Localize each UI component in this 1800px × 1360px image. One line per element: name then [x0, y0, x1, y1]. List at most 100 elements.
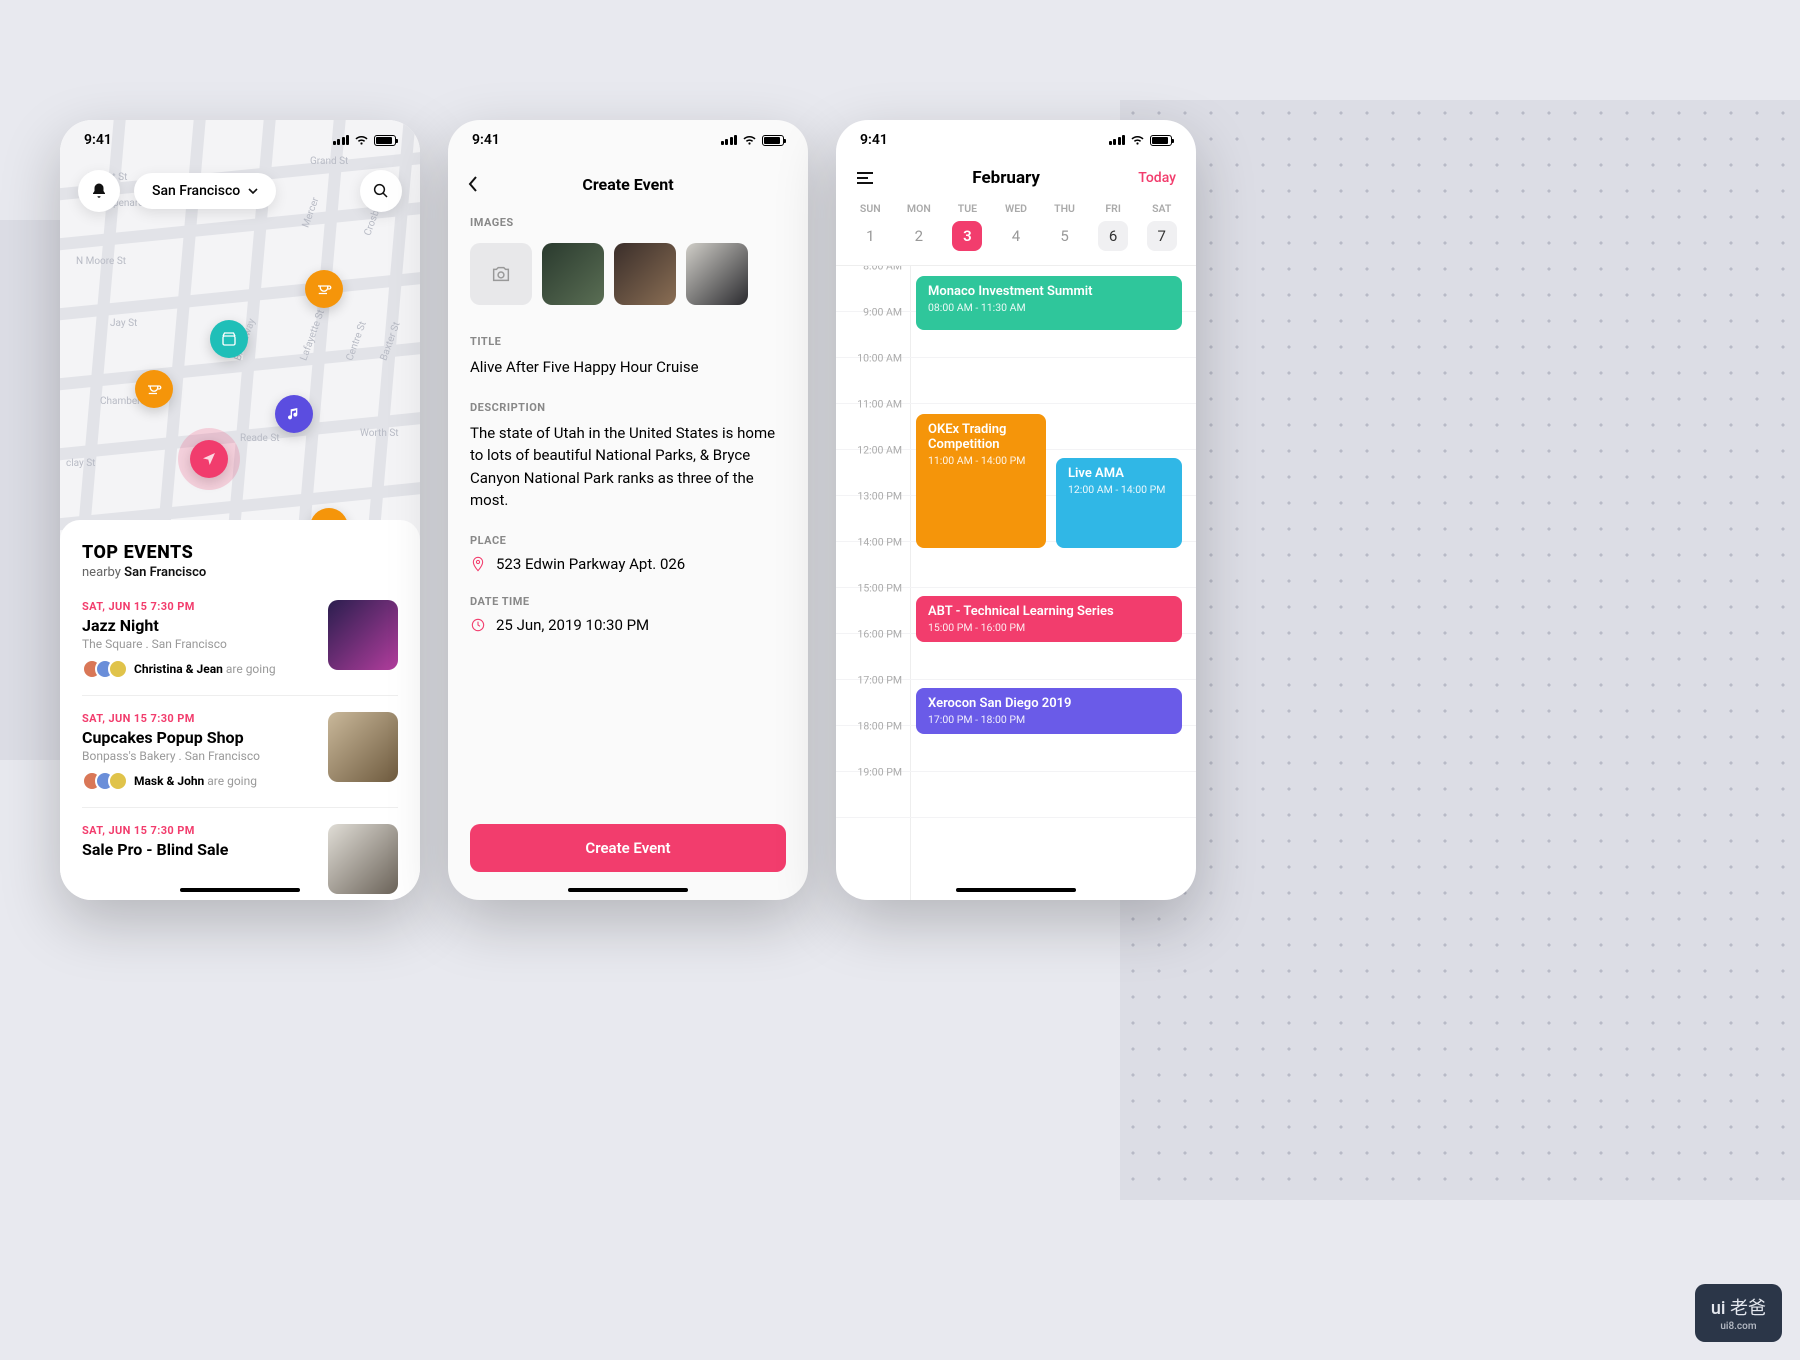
wifi-icon — [1130, 135, 1145, 146]
events-sheet[interactable]: TOP EVENTS nearby San Francisco SAT, JUN… — [60, 520, 420, 900]
event-card[interactable]: SAT, JUN 15 7:30 PM Jazz Night The Square … — [82, 580, 398, 695]
calendar-event[interactable]: Xerocon San Diego 201917:00 PM - 18:00 P… — [916, 688, 1182, 734]
signal-icon — [1109, 135, 1126, 145]
day-column[interactable]: TUE3 — [943, 202, 992, 251]
status-time: 9:41 — [860, 132, 888, 148]
location-pin-icon — [470, 556, 486, 572]
menu-button[interactable] — [856, 171, 874, 185]
signal-icon — [721, 135, 738, 145]
event-date: SAT, JUN 15 7:30 PM — [82, 824, 314, 837]
event-card[interactable]: SAT, JUN 15 7:30 PM Cupcakes Popup Shop Bo… — [82, 695, 398, 807]
hour-label: 9:00 AM — [844, 306, 902, 319]
event-thumbnail — [328, 712, 398, 782]
map-pin-coffee[interactable] — [135, 370, 173, 408]
screen-create-event: 9:41 Create Event IMAGES TITLE Alive Aft… — [448, 120, 808, 900]
home-indicator[interactable] — [180, 888, 300, 892]
event-card[interactable]: SAT, JUN 15 7:30 PM Sale Pro - Blind Sale — [82, 807, 398, 900]
hour-label: 14:00 PM — [844, 536, 902, 549]
calendar-event[interactable]: Monaco Investment Summit08:00 AM - 11:30… — [916, 276, 1182, 330]
hour-label: 10:00 AM — [844, 352, 902, 365]
event-thumbnail — [328, 600, 398, 670]
event-date: SAT, JUN 15 7:30 PM — [82, 712, 314, 725]
battery-icon — [374, 135, 396, 146]
event-thumbnail — [328, 824, 398, 894]
map-pin-music[interactable] — [275, 395, 313, 433]
place-label: PLACE — [470, 534, 786, 547]
search-icon — [372, 182, 390, 200]
status-time: 9:41 — [84, 132, 112, 148]
status-bar: 9:41 — [60, 120, 420, 160]
svg-text:Jay St: Jay St — [110, 318, 137, 329]
image-thumbnail[interactable] — [614, 243, 676, 305]
watermark: ui 老爸 ui8.com — [1695, 1284, 1782, 1342]
chevron-down-icon — [248, 188, 258, 194]
svg-text:Worth St: Worth St — [360, 428, 399, 439]
home-indicator[interactable] — [568, 888, 688, 892]
hour-label: 18:00 PM — [844, 720, 902, 733]
home-indicator[interactable] — [956, 888, 1076, 892]
hour-label: 15:00 PM — [844, 582, 902, 595]
add-image-button[interactable] — [470, 243, 532, 305]
status-bar: 9:41 — [448, 120, 808, 160]
day-column[interactable]: THU5 — [1040, 202, 1089, 251]
image-thumbnail[interactable] — [686, 243, 748, 305]
screen-map-events: Laight St Lispenard St Grand St Mercer C… — [60, 120, 420, 900]
battery-icon — [1150, 135, 1172, 146]
event-location: Bonpass's Bakery . San Francisco — [82, 749, 314, 763]
signal-icon — [333, 135, 350, 145]
sheet-heading: TOP EVENTS — [82, 542, 398, 563]
event-title: Jazz Night — [82, 616, 314, 635]
event-title: Cupcakes Popup Shop — [82, 728, 314, 747]
hour-label: 8:00 AM — [844, 265, 902, 273]
create-event-button[interactable]: Create Event — [470, 824, 786, 872]
clock-icon — [470, 617, 486, 633]
status-bar: 9:41 — [836, 120, 1196, 160]
title-label: TITLE — [470, 335, 786, 348]
place-input[interactable]: 523 Edwin Parkway Apt. 026 — [470, 555, 786, 573]
calendar-event[interactable]: ABT - Technical Learning Series15:00 PM … — [916, 596, 1182, 642]
datetime-label: DATE TIME — [470, 595, 786, 608]
event-title: Sale Pro - Blind Sale — [82, 840, 314, 859]
description-input[interactable]: The state of Utah in the United States i… — [470, 422, 786, 512]
description-label: DESCRIPTION — [470, 401, 786, 414]
status-time: 9:41 — [472, 132, 500, 148]
today-button[interactable]: Today — [1138, 170, 1176, 186]
day-column[interactable]: FRI6 — [1089, 202, 1138, 251]
day-column[interactable]: WED4 — [992, 202, 1041, 251]
page-title: Create Event — [448, 175, 808, 194]
event-location: The Square . San Francisco — [82, 637, 314, 651]
battery-icon — [762, 135, 784, 146]
day-column[interactable]: MON2 — [895, 202, 944, 251]
wifi-icon — [742, 135, 757, 146]
month-title: February — [972, 168, 1040, 188]
calendar-event[interactable]: Live AMA12:00 AM - 14:00 PM — [1056, 458, 1182, 548]
svg-text:N Moore St: N Moore St — [76, 256, 126, 267]
bell-icon — [90, 182, 108, 200]
screen-calendar: 9:41 February Today SUN1MON2TUE3WED4THU5… — [836, 120, 1196, 900]
sheet-subtitle: nearby San Francisco — [82, 565, 398, 580]
svg-text:Reade St: Reade St — [240, 433, 280, 444]
calendar-event[interactable]: OKEx Trading Competition11:00 AM - 14:00… — [916, 414, 1046, 548]
hour-label: 11:00 AM — [844, 398, 902, 411]
search-button[interactable] — [360, 170, 402, 212]
hour-label: 17:00 PM — [844, 674, 902, 687]
hour-label: 12:00 AM — [844, 444, 902, 457]
wifi-icon — [354, 135, 369, 146]
hour-label: 19:00 PM — [844, 766, 902, 779]
hour-label: 13:00 PM — [844, 490, 902, 503]
title-input[interactable]: Alive After Five Happy Hour Cruise — [470, 356, 786, 379]
map-pin-coffee[interactable] — [305, 270, 343, 308]
day-column[interactable]: SAT7 — [1137, 202, 1186, 251]
map-pin-location[interactable] — [190, 440, 228, 478]
camera-icon — [490, 263, 512, 285]
notifications-button[interactable] — [78, 170, 120, 212]
location-selector[interactable]: San Francisco — [134, 173, 276, 209]
timeline[interactable]: 8:00 AM 9:00 AM 10:00 AM 11:00 AM 12:00 AM 13… — [836, 265, 1196, 900]
map-pin-shop[interactable] — [210, 320, 248, 358]
day-column[interactable]: SUN1 — [846, 202, 895, 251]
event-date: SAT, JUN 15 7:30 PM — [82, 600, 314, 613]
svg-text:clay St: clay St — [66, 458, 95, 469]
hour-label: 16:00 PM — [844, 628, 902, 641]
image-thumbnail[interactable] — [542, 243, 604, 305]
datetime-input[interactable]: 25 Jun, 2019 10:30 PM — [470, 616, 786, 634]
